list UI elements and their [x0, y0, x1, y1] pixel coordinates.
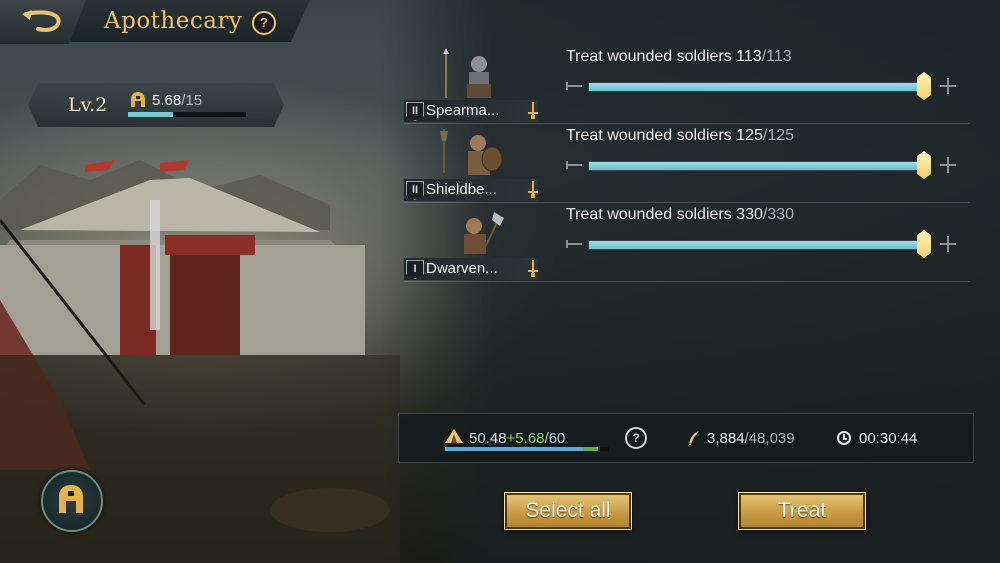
unit-name-plate: I Dwarven... [404, 258, 538, 280]
treatment-time: 00:30:44 [859, 430, 918, 447]
helmet-icon [131, 92, 145, 107]
treat-slider-handle[interactable] [917, 230, 931, 258]
hospital-capacity: 50.48+5.68/60 [469, 430, 566, 447]
treat-slider-fill [589, 162, 929, 170]
help-button[interactable]: ? [252, 11, 276, 35]
treat-label: Treat wounded soldiers 330/330 [566, 206, 795, 223]
clock-icon [837, 431, 851, 445]
hospital-capacity-bar [445, 447, 609, 451]
increase-button[interactable] [940, 78, 956, 94]
unit-name-plate: II Shieldbe... [404, 179, 538, 201]
tent-icon [445, 429, 463, 443]
back-arrow-icon [22, 10, 61, 32]
level-capacity: 5.68/15 [152, 92, 203, 109]
treat-slider[interactable] [588, 240, 930, 250]
unit-name: Spearma... [426, 102, 500, 119]
row-divider [404, 202, 970, 203]
decrease-button[interactable] [566, 240, 582, 248]
capacity-help-button[interactable]: ? [625, 427, 647, 449]
tier-badge: II [406, 102, 424, 121]
helmet-icon [59, 485, 83, 513]
decrease-button[interactable] [566, 161, 582, 169]
sword-icon [528, 102, 538, 119]
feather-icon [689, 431, 699, 445]
treat-label: Treat wounded soldiers 113/113 [566, 48, 792, 65]
level-label: Lv.2 [68, 94, 108, 116]
increase-button[interactable] [940, 157, 956, 173]
treat-slider-handle[interactable] [917, 72, 931, 100]
shieldbearer-portrait-icon [440, 129, 503, 175]
resource-cost: 3,884/48,039 [707, 430, 795, 447]
increase-button[interactable] [940, 236, 956, 252]
level-capacity-bar [128, 112, 246, 117]
treat-slider[interactable] [588, 161, 930, 171]
header: Apothecary ? [0, 0, 330, 44]
page-title: Apothecary [104, 8, 243, 34]
tier-badge: I [406, 260, 424, 279]
sword-icon [528, 181, 538, 198]
level-capacity-fill [128, 112, 173, 117]
dwarven-portrait-icon [464, 212, 504, 254]
treat-slider-handle[interactable] [917, 151, 931, 179]
treat-slider-fill [589, 83, 929, 91]
tier-badge: II [406, 181, 424, 200]
unit-name: Shieldbe... [426, 181, 497, 198]
decrease-button[interactable] [566, 82, 582, 90]
unit-row: I Dwarven... Treat wounded soldiers 330/… [400, 206, 970, 282]
sword-icon [528, 260, 538, 277]
unit-name-plate: II Spearma... [404, 100, 538, 122]
treatment-summary: 50.48+5.68/60 ? 3,884/48,039 00:30:44 [398, 413, 974, 463]
treat-label: Treat wounded soldiers 125/125 [566, 127, 795, 144]
treat-slider-fill [589, 241, 929, 249]
unit-name: Dwarven... [426, 260, 498, 277]
hero-helmet-button[interactable] [41, 470, 103, 532]
treat-button[interactable]: Treat [738, 492, 866, 530]
unit-row: II Spearma... Treat wounded soldiers 113… [400, 48, 970, 124]
treat-slider[interactable] [588, 82, 930, 92]
unit-row: II Shieldbe... Treat wounded soldiers 12… [400, 127, 970, 203]
capacity-add-fill [582, 447, 599, 451]
select-all-button[interactable]: Select all [504, 492, 632, 530]
spearman-portrait-icon [443, 48, 491, 98]
row-divider [404, 123, 970, 124]
row-divider [404, 281, 970, 282]
capacity-fill [445, 447, 583, 451]
